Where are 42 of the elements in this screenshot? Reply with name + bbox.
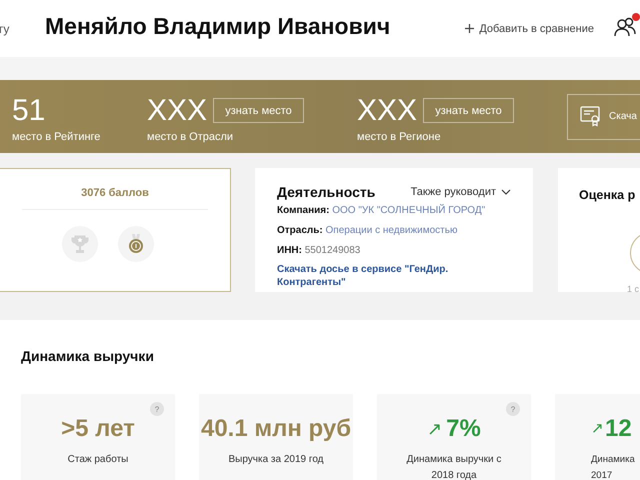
- stat-value: 7%: [446, 416, 481, 442]
- stat-label: Динамика выручки с 2018 года: [406, 453, 502, 480]
- trend-arrow: ↗: [427, 418, 442, 441]
- certificate-icon: [580, 106, 601, 127]
- find-place-button[interactable]: узнать место: [213, 98, 304, 123]
- field-label: Отрасль:: [277, 225, 323, 236]
- trend-arrow: ↗: [591, 419, 604, 439]
- points-text: 3076 баллов: [22, 187, 208, 210]
- help-icon[interactable]: ?: [506, 402, 520, 416]
- plus-icon: [465, 24, 474, 33]
- field-label: Компания:: [277, 205, 330, 216]
- field-link[interactable]: ООО "УК "СОЛНЕЧНЫЙ ГОРОД": [332, 205, 486, 216]
- also-manages-dropdown[interactable]: Также руководит: [410, 186, 511, 198]
- help-icon[interactable]: ?: [150, 402, 164, 416]
- field-value: 5501249083: [304, 245, 360, 256]
- users-icon: [614, 16, 636, 36]
- back-link[interactable]: гу: [0, 22, 45, 36]
- users-button[interactable]: [614, 12, 640, 36]
- rank-value: 51: [12, 92, 46, 128]
- person-name: Меняйло Владимир Иванович: [45, 13, 390, 40]
- dossier-link[interactable]: Скачать досье в сервисе "ГенДир. Контрагенты": [277, 263, 477, 289]
- field-link[interactable]: Операции с недвижимостью: [326, 225, 458, 236]
- rank-label: место в Рейтинге: [12, 130, 102, 142]
- chevron-down-icon: [501, 189, 511, 195]
- rating-caption: 1 с: [627, 284, 640, 292]
- find-place-button[interactable]: узнать место: [423, 98, 514, 123]
- card-title: Деятельность: [277, 184, 376, 200]
- stat-value: 12: [605, 416, 632, 442]
- stat-value: >5 лет: [61, 416, 135, 442]
- download-button[interactable]: Скача: [567, 94, 640, 140]
- section-title: Динамика выручки: [21, 348, 155, 364]
- stat-label: Стаж работы: [66, 453, 130, 467]
- card-title: Оценка р: [579, 188, 636, 202]
- rank-label: место в Отрасли: [147, 130, 234, 142]
- stat-label: Динамика 2017: [591, 453, 636, 480]
- rank-value: XXX: [357, 92, 418, 128]
- stat-value: 40.1 млн руб: [200, 416, 352, 442]
- rank-value: XXX: [147, 92, 208, 128]
- rank-label: место в Регионе: [357, 130, 442, 142]
- stat-label: Выручка за 2019 год: [227, 453, 324, 467]
- field-label: ИНН:: [277, 245, 302, 256]
- add-to-compare-link[interactable]: Добавить в сравнение: [465, 22, 594, 34]
